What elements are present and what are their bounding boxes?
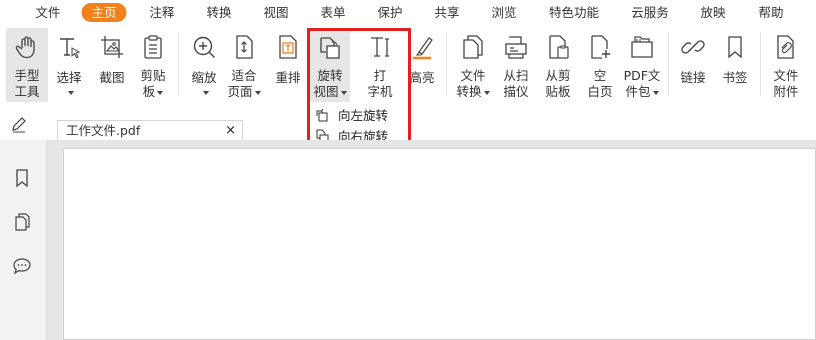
left-sidebar	[0, 140, 47, 340]
file-convert-label-text: 文件 转换	[456, 68, 486, 99]
menu-browse[interactable]: 浏览	[485, 3, 522, 22]
document-tab-title: 工作文件.pdf	[66, 123, 141, 138]
screenshot-button[interactable]: 截图	[92, 28, 132, 102]
blank-page-button[interactable]: 空 白页	[580, 28, 620, 102]
file-convert-label: 文件 转换	[452, 68, 494, 100]
bookmark-button[interactable]: 书签	[716, 28, 754, 102]
highlighter-icon	[413, 37, 433, 60]
close-icon[interactable]: ×	[225, 123, 236, 139]
document-tab[interactable]: 工作文件.pdf ×	[57, 120, 243, 141]
reflow-icon	[279, 35, 297, 59]
menu-annotate[interactable]: 注释	[143, 3, 180, 22]
attachment-icon	[777, 35, 794, 59]
folder-icon	[631, 36, 653, 58]
file-convert-button[interactable]: 文件 转换	[452, 28, 494, 102]
ribbon-separator	[668, 32, 669, 96]
menu-form[interactable]: 表单	[314, 3, 351, 22]
menu-help[interactable]: 帮助	[752, 3, 789, 22]
pages-panel-icon[interactable]	[12, 212, 32, 232]
menu-view[interactable]: 视图	[257, 3, 294, 22]
file-attachment-label: 文件 附件	[773, 68, 799, 99]
bookmark-icon	[728, 36, 742, 59]
select-label: 选择	[56, 70, 82, 85]
paste-doc-icon	[549, 35, 569, 59]
text-select-icon	[60, 38, 81, 59]
clipboard-button[interactable]: 剪贴 板	[134, 28, 172, 102]
menu-bar: 文件 主页 注释 转换 视图 表单 保护 共享 浏览 特色功能 云服务 放映 帮…	[0, 0, 816, 24]
chevron-down-icon	[483, 90, 490, 95]
bookmark-panel-icon[interactable]	[12, 168, 32, 188]
ribbon-separator	[760, 32, 761, 96]
screenshot-icon	[101, 36, 123, 58]
menu-slideshow[interactable]: 放映	[694, 3, 731, 22]
zoom-in-icon	[193, 36, 215, 58]
chevron-down-icon	[203, 91, 209, 95]
link-label: 链接	[680, 70, 706, 85]
comments-panel-icon[interactable]	[12, 256, 32, 276]
menu-protect[interactable]: 保护	[371, 3, 408, 22]
fit-page-icon	[236, 35, 253, 59]
fit-page-label-text: 适合 页面	[227, 68, 257, 99]
ribbon-separator	[446, 32, 447, 96]
zoom-label: 缩放	[191, 70, 217, 85]
bookmark-label: 书签	[722, 70, 748, 85]
menu-file[interactable]: 文件	[29, 3, 66, 22]
pdf-page[interactable]	[63, 148, 816, 340]
hand-tool-button[interactable]: 手型 工具	[6, 28, 48, 102]
pdf-portfolio-label: PDF文 件包	[620, 68, 664, 100]
fit-page-button[interactable]: 适合 页面	[224, 28, 264, 102]
menu-home[interactable]: 主页	[81, 3, 127, 22]
scanner-icon	[505, 36, 527, 59]
select-button[interactable]: 选择	[50, 28, 88, 102]
file-attachment-button[interactable]: 文件 附件	[766, 28, 806, 102]
menu-features[interactable]: 特色功能	[543, 3, 605, 22]
document-area	[47, 140, 816, 340]
pdf-portfolio-button[interactable]: PDF文 件包	[620, 28, 664, 102]
from-scanner-label: 从扫 描仪	[503, 68, 529, 99]
document-tabs: 工作文件.pdf ×	[0, 116, 816, 141]
link-button[interactable]: 链接	[674, 28, 712, 102]
menu-convert[interactable]: 转换	[200, 3, 237, 22]
hand-tool-label: 手型 工具	[14, 68, 40, 99]
chevron-down-icon	[68, 91, 74, 95]
from-scanner-button[interactable]: 从扫 描仪	[496, 28, 536, 102]
fit-page-label: 适合 页面	[224, 68, 264, 100]
new-page-icon	[591, 35, 610, 59]
chevron-down-icon	[254, 90, 261, 95]
link-icon	[681, 40, 705, 54]
chevron-down-icon	[157, 90, 164, 95]
reflow-label: 重排	[275, 70, 301, 85]
blank-page-label: 空 白页	[587, 68, 613, 99]
menu-share[interactable]: 共享	[428, 3, 465, 22]
from-clipboard-button[interactable]: 从剪 贴板	[538, 28, 578, 102]
menu-cloud[interactable]: 云服务	[625, 3, 675, 22]
ribbon-separator	[178, 32, 179, 96]
file-convert-icon	[463, 35, 483, 59]
clipboard-label: 剪贴 板	[134, 68, 172, 100]
screenshot-label: 截图	[99, 70, 125, 85]
clipboard-icon	[144, 35, 162, 59]
from-clipboard-label: 从剪 贴板	[545, 68, 571, 99]
hand-icon	[15, 36, 35, 59]
reflow-button[interactable]: 重排	[268, 28, 308, 102]
zoom-button[interactable]: 缩放	[184, 28, 224, 102]
chevron-down-icon	[652, 90, 659, 95]
